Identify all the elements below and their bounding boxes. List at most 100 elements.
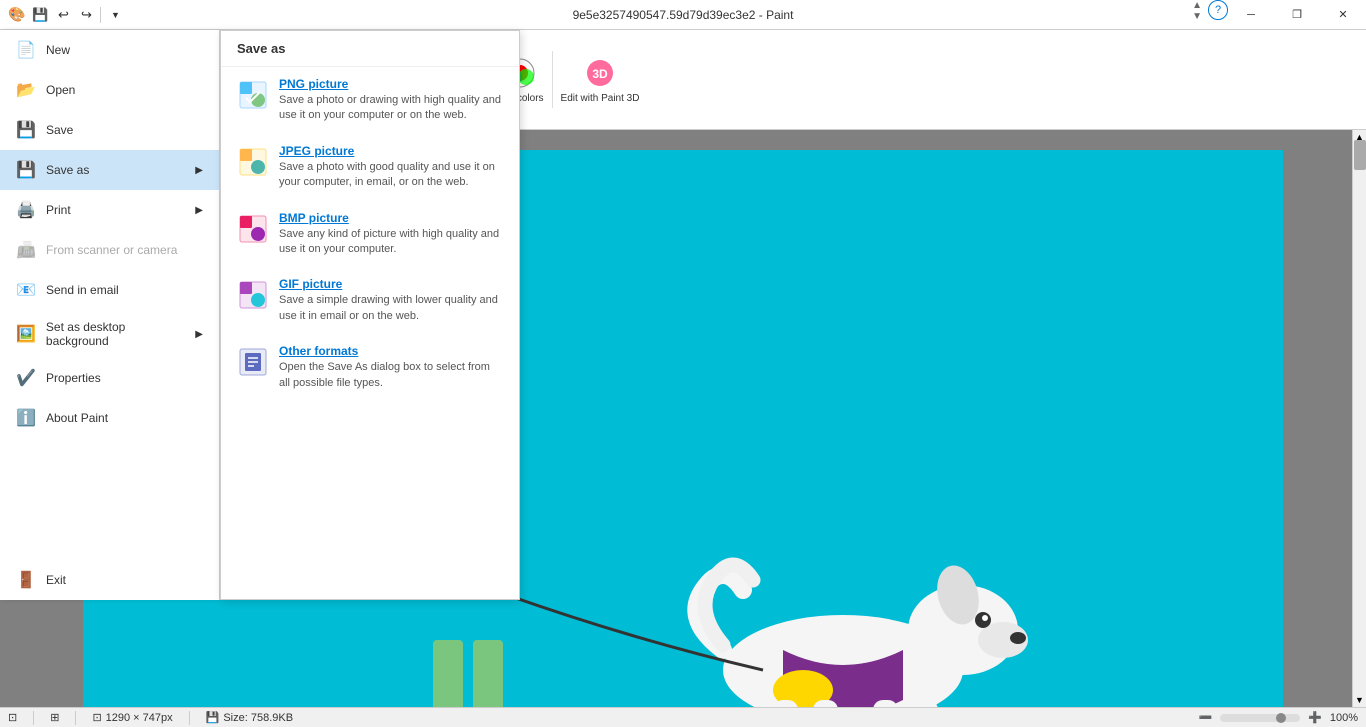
status-bar: ⊡ ⊞ ⊡ 1290 × 747px 💾 Size: 758.9KB ➖ ➕ 1… <box>0 707 1366 727</box>
other-icon <box>237 346 269 378</box>
saveas-item-jpeg[interactable]: JPEG picture Save a photo with good qual… <box>221 134 519 201</box>
jpeg-desc: Save a photo with good quality and use i… <box>279 160 503 191</box>
zoom-plus-button[interactable]: ➕ <box>1308 711 1322 724</box>
other-title: Other formats <box>279 344 503 358</box>
bmp-icon <box>237 213 269 245</box>
print-label: Print <box>46 203 71 217</box>
status-right: ➖ ➕ 100% <box>1198 711 1358 724</box>
png-text: PNG picture Save a photo or drawing with… <box>279 77 503 124</box>
send-label: Send in email <box>46 283 119 297</box>
new-label: New <box>46 43 70 57</box>
menu-item-open[interactable]: 📂 Open <box>0 70 219 110</box>
other-text: Other formats Open the Save As dialog bo… <box>279 344 503 391</box>
svg-text:3D: 3D <box>592 67 608 81</box>
quick-access-toolbar: 💾 ↩ ↪ ▼ <box>29 4 126 26</box>
about-icon: ℹ️ <box>16 408 36 428</box>
edit-paint3d-button[interactable]: 3D Edit with Paint 3D <box>553 51 648 108</box>
menu-item-save[interactable]: 💾 Save <box>0 110 219 150</box>
saveas-icon: 💾 <box>16 160 36 180</box>
menu-item-new[interactable]: 📄 New <box>0 30 219 70</box>
png-desc: Save a photo or drawing with high qualit… <box>279 93 503 124</box>
app-icon: 🎨 <box>8 6 25 23</box>
gif-title: GIF picture <box>279 277 503 291</box>
status-size: 💾 Size: 758.9KB <box>206 711 293 724</box>
open-label: Open <box>46 83 75 97</box>
properties-label: Properties <box>46 371 101 385</box>
scanner-label: From scanner or camera <box>46 243 177 257</box>
saveas-item-gif[interactable]: GIF picture Save a simple drawing with l… <box>221 267 519 334</box>
file-size-text: Size: 758.9KB <box>223 712 293 724</box>
paint3d-icon: 3D <box>582 55 618 91</box>
ribbon-collapse-button[interactable]: ▲▼ <box>1190 0 1204 22</box>
desktop-arrow-icon: ▶ <box>195 329 203 340</box>
exit-icon: 🚪 <box>16 570 36 590</box>
status-divider-3 <box>189 711 190 725</box>
desktop-label: Set as desktop background <box>46 320 185 348</box>
minimize-button[interactable]: ─ <box>1228 0 1274 30</box>
open-icon: 📂 <box>16 80 36 100</box>
exit-label: Exit <box>46 573 66 587</box>
scroll-down-button[interactable]: ▼ <box>1353 693 1366 707</box>
jpeg-text: JPEG picture Save a photo with good qual… <box>279 144 503 191</box>
menu-item-exit[interactable]: 🚪 Exit <box>0 560 219 600</box>
saveas-item-png[interactable]: PNG picture Save a photo or drawing with… <box>221 67 519 134</box>
desktop-icon: 🖼️ <box>16 324 36 344</box>
menu-item-desktop[interactable]: 🖼️ Set as desktop background ▶ <box>0 310 219 358</box>
png-title: PNG picture <box>279 77 503 91</box>
bmp-text: BMP picture Save any kind of picture wit… <box>279 211 503 258</box>
menu-item-about[interactable]: ℹ️ About Paint <box>0 398 219 438</box>
quick-save-button[interactable]: 💾 <box>29 4 51 26</box>
print-arrow-icon: ▶ <box>195 205 203 216</box>
quick-access-separator <box>100 7 101 23</box>
saveas-label: Save as <box>46 163 89 177</box>
status-resize-icon-area: ⊞ <box>50 711 59 724</box>
help-button[interactable]: ? <box>1208 0 1228 20</box>
status-resize-icon: ⊞ <box>50 711 59 724</box>
png-icon <box>237 79 269 111</box>
gif-desc: Save a simple drawing with lower quality… <box>279 293 503 324</box>
bmp-desc: Save any kind of picture with high quali… <box>279 227 503 258</box>
close-button[interactable]: ✕ <box>1320 0 1366 30</box>
status-divider-2 <box>75 711 76 725</box>
save-label: Save <box>46 123 73 137</box>
jpeg-title: JPEG picture <box>279 144 503 158</box>
scanner-icon: 📠 <box>16 240 36 260</box>
saveas-arrow-icon: ▶ <box>195 165 203 176</box>
gif-text: GIF picture Save a simple drawing with l… <box>279 277 503 324</box>
bmp-title: BMP picture <box>279 211 503 225</box>
quick-undo-button[interactable]: ↩ <box>52 4 74 26</box>
about-label: About Paint <box>46 411 108 425</box>
saveas-header: Save as <box>221 31 519 67</box>
zoom-minus-button[interactable]: ➖ <box>1198 711 1212 724</box>
zoom-thumb[interactable] <box>1276 713 1286 723</box>
status-select-icon-area: ⊡ <box>8 711 17 724</box>
customize-quick-access-button[interactable]: ▼ <box>104 4 126 26</box>
menu-item-properties[interactable]: ✔️ Properties <box>0 358 219 398</box>
file-menu: 📄 New 📂 Open 💾 Save 💾 Save as ▶ 🖨️ Print… <box>0 30 220 600</box>
menu-item-saveas[interactable]: 💾 Save as ▶ <box>0 150 219 190</box>
send-icon: 📧 <box>16 280 36 300</box>
print-icon: 🖨️ <box>16 200 36 220</box>
quick-redo-button[interactable]: ↪ <box>75 4 97 26</box>
window-controls: ▲▼ ? ─ ❐ ✕ <box>1190 0 1366 30</box>
saveas-item-other[interactable]: Other formats Open the Save As dialog bo… <box>221 334 519 401</box>
new-icon: 📄 <box>16 40 36 60</box>
scroll-thumb-v[interactable] <box>1354 140 1366 170</box>
zoom-slider[interactable] <box>1220 714 1300 722</box>
maximize-button[interactable]: ❐ <box>1274 0 1320 30</box>
menu-spacer <box>0 438 219 560</box>
vertical-scrollbar[interactable]: ▲ ▼ <box>1352 130 1366 707</box>
title-bar: 🎨 💾 ↩ ↪ ▼ 9e5e3257490547.59d79d39ec3e2 -… <box>0 0 1366 30</box>
window-title: 9e5e3257490547.59d79d39ec3e2 - Paint <box>573 8 794 22</box>
properties-icon: ✔️ <box>16 368 36 388</box>
other-desc: Open the Save As dialog box to select fr… <box>279 360 503 391</box>
menu-item-send[interactable]: 📧 Send in email <box>0 270 219 310</box>
saveas-item-bmp[interactable]: BMP picture Save any kind of picture wit… <box>221 201 519 268</box>
status-dimensions: ⊡ 1290 × 747px <box>92 711 172 724</box>
saveas-submenu: Save as PNG picture Save a photo or draw… <box>220 30 520 600</box>
menu-item-scanner: 📠 From scanner or camera <box>0 230 219 270</box>
jpeg-icon <box>237 146 269 178</box>
menu-item-print[interactable]: 🖨️ Print ▶ <box>0 190 219 230</box>
gif-icon <box>237 279 269 311</box>
dimensions-text: 1290 × 747px <box>106 712 173 724</box>
